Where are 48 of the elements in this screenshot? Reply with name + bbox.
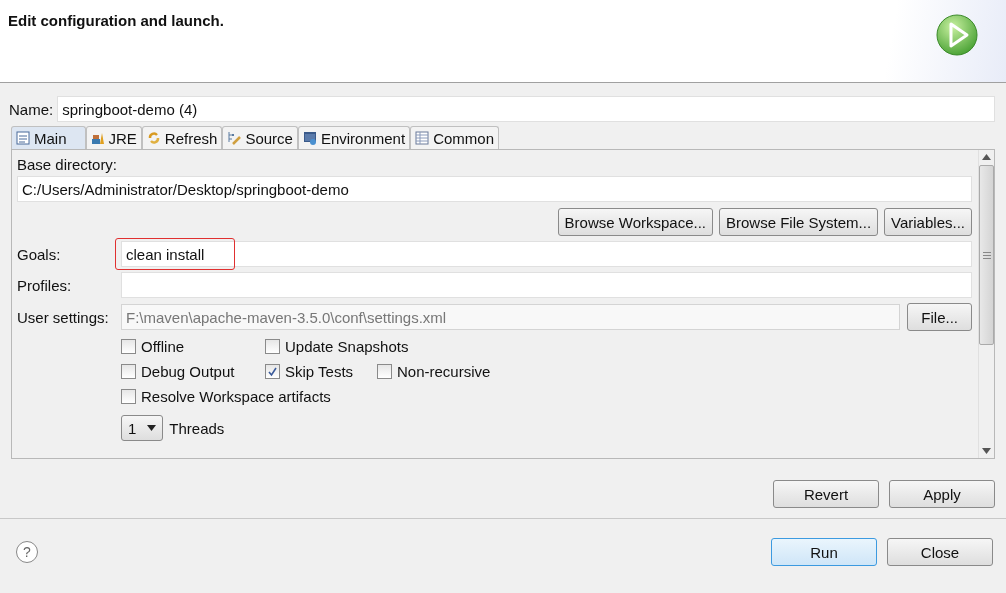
dialog-button[interactable]: Close [887,538,993,566]
checkbox[interactable] [265,364,280,379]
tab[interactable]: Common [410,126,499,149]
common-tab-icon [415,131,430,145]
base-directory-label: Base directory: [17,156,119,173]
main-tab-icon [16,131,30,145]
scroll-down-icon[interactable] [982,448,991,454]
tab[interactable]: Refresh [141,126,223,149]
browse-button[interactable]: Browse File System... [719,208,879,236]
checkbox-label: Update Snapshots [285,338,409,355]
scrollbar-thumb[interactable] [979,165,994,345]
tab[interactable]: Environment [297,126,411,149]
dropdown-arrow-icon [147,425,157,431]
browse-button[interactable]: Browse Workspace... [557,208,713,236]
tab[interactable]: JRE [85,126,142,149]
threads-dropdown[interactable]: 1 [121,415,164,441]
scrollbar[interactable] [978,150,994,458]
field-label: User settings: [17,308,110,326]
scroll-up-icon[interactable] [982,154,991,160]
checkbox[interactable] [265,339,280,354]
field-label: Profiles: [17,276,73,294]
help-button[interactable]: ? [16,541,38,563]
panel-button[interactable]: Revert [773,480,879,508]
environment-tab-icon [302,131,317,145]
checkbox-label: Skip Tests [285,363,354,380]
base-directory-field[interactable]: C:/Users/Administrator/Desktop/springboot-demo [17,176,972,202]
tab[interactable]: Main [11,126,86,149]
dialog-heading: Edit configuration and launch. [8,12,224,29]
browse-button[interactable]: Variables... [884,208,972,236]
threads-label: Threads [169,419,225,437]
refresh-tab-icon [146,131,161,145]
field-label: Goals: [17,245,62,263]
dialog-button[interactable]: Run [771,538,877,566]
checkbox-label: Resolve Workspace artifacts [141,388,331,405]
play-icon [936,14,978,56]
checkbox-label: Offline [141,338,185,355]
name-field[interactable]: springboot-demo (4) [57,96,995,122]
tab[interactable]: Source [222,126,298,149]
checkbox[interactable] [121,339,136,354]
name-label: Name: [9,100,54,118]
checkbox[interactable] [121,364,136,379]
checkbox[interactable] [377,364,392,379]
checkbox-label: Non-recursive [397,363,491,380]
panel-button[interactable]: Apply [889,480,995,508]
input-field[interactable]: clean install [121,241,972,267]
checkbox[interactable] [121,389,136,404]
source-tab-icon [227,131,242,145]
checkbox-label: Debug Output [141,363,235,380]
